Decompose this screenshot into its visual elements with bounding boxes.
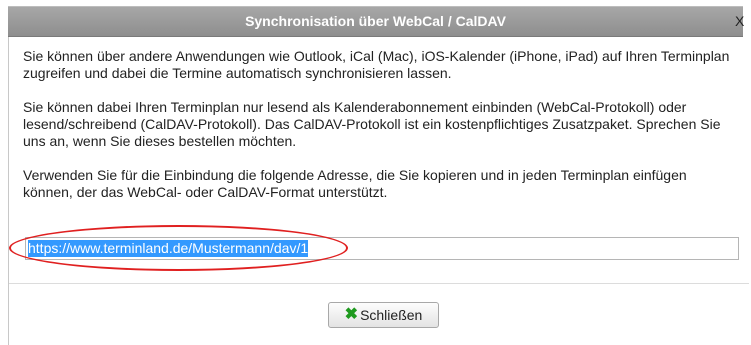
address-paragraph: Verwenden Sie für die Einbindung die fol… (23, 167, 687, 200)
green-x-icon: ✖ (344, 306, 359, 323)
protocol-paragraph: Sie können dabei Ihren Terminplan nur le… (23, 99, 721, 149)
close-button-label: Schließen (360, 307, 423, 323)
intro-paragraph: Sie können über andere Anwendungen wie O… (23, 48, 730, 81)
close-button[interactable]: ✖ Schließen (328, 302, 439, 328)
dialog-titlebar[interactable]: Synchronisation über WebCal / CalDAV X (8, 6, 744, 37)
dialog-content: Sie können über andere Anwendungen wie O… (23, 48, 738, 218)
webcal-dialog: Synchronisation über WebCal / CalDAV X S… (0, 0, 751, 345)
calendar-url-field[interactable] (25, 237, 739, 260)
dialog-title: Synchronisation über WebCal / CalDAV (245, 13, 506, 29)
footer-divider (9, 283, 749, 284)
dialog-border (8, 37, 9, 345)
close-icon[interactable]: X (735, 7, 749, 36)
